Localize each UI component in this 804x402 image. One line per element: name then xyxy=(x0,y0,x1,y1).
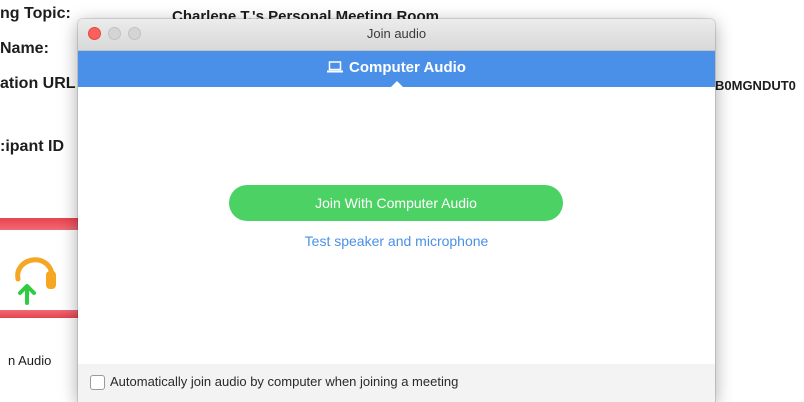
tab-computer-audio[interactable]: Computer Audio xyxy=(78,59,715,76)
invitation-url-value: B0MGNDUT0 xyxy=(715,78,796,93)
participant-id-label: :ipant ID xyxy=(0,138,64,155)
window-title: Join audio xyxy=(366,26,427,41)
meeting-topic-label: ng Topic: xyxy=(0,5,71,22)
tile-label: n Audio xyxy=(8,353,52,368)
tab-computer-audio-label: Computer Audio xyxy=(349,59,466,76)
title-bar[interactable]: Join audio xyxy=(78,19,715,51)
auto-join-audio-checkbox[interactable] xyxy=(90,375,105,390)
laptop-icon xyxy=(327,61,344,73)
dialog-footer: Automatically join audio by computer whe… xyxy=(78,364,715,402)
test-speaker-microphone-link[interactable]: Test speaker and microphone xyxy=(78,233,715,249)
tile-bottom-bar xyxy=(0,310,78,318)
audio-tab-bar: Computer Audio xyxy=(78,51,715,88)
tile-top-bar xyxy=(0,218,78,230)
name-label: Name: xyxy=(0,40,49,57)
phone-audio-icon xyxy=(15,257,56,305)
invitation-url-label: ation URL xyxy=(0,75,76,92)
join-audio-dialog: Join audio Computer Audio Join With Comp… xyxy=(78,19,715,402)
join-with-computer-audio-button[interactable]: Join With Computer Audio xyxy=(229,185,563,221)
auto-join-audio-label[interactable]: Automatically join audio by computer whe… xyxy=(110,374,458,389)
tab-indicator xyxy=(390,81,404,88)
